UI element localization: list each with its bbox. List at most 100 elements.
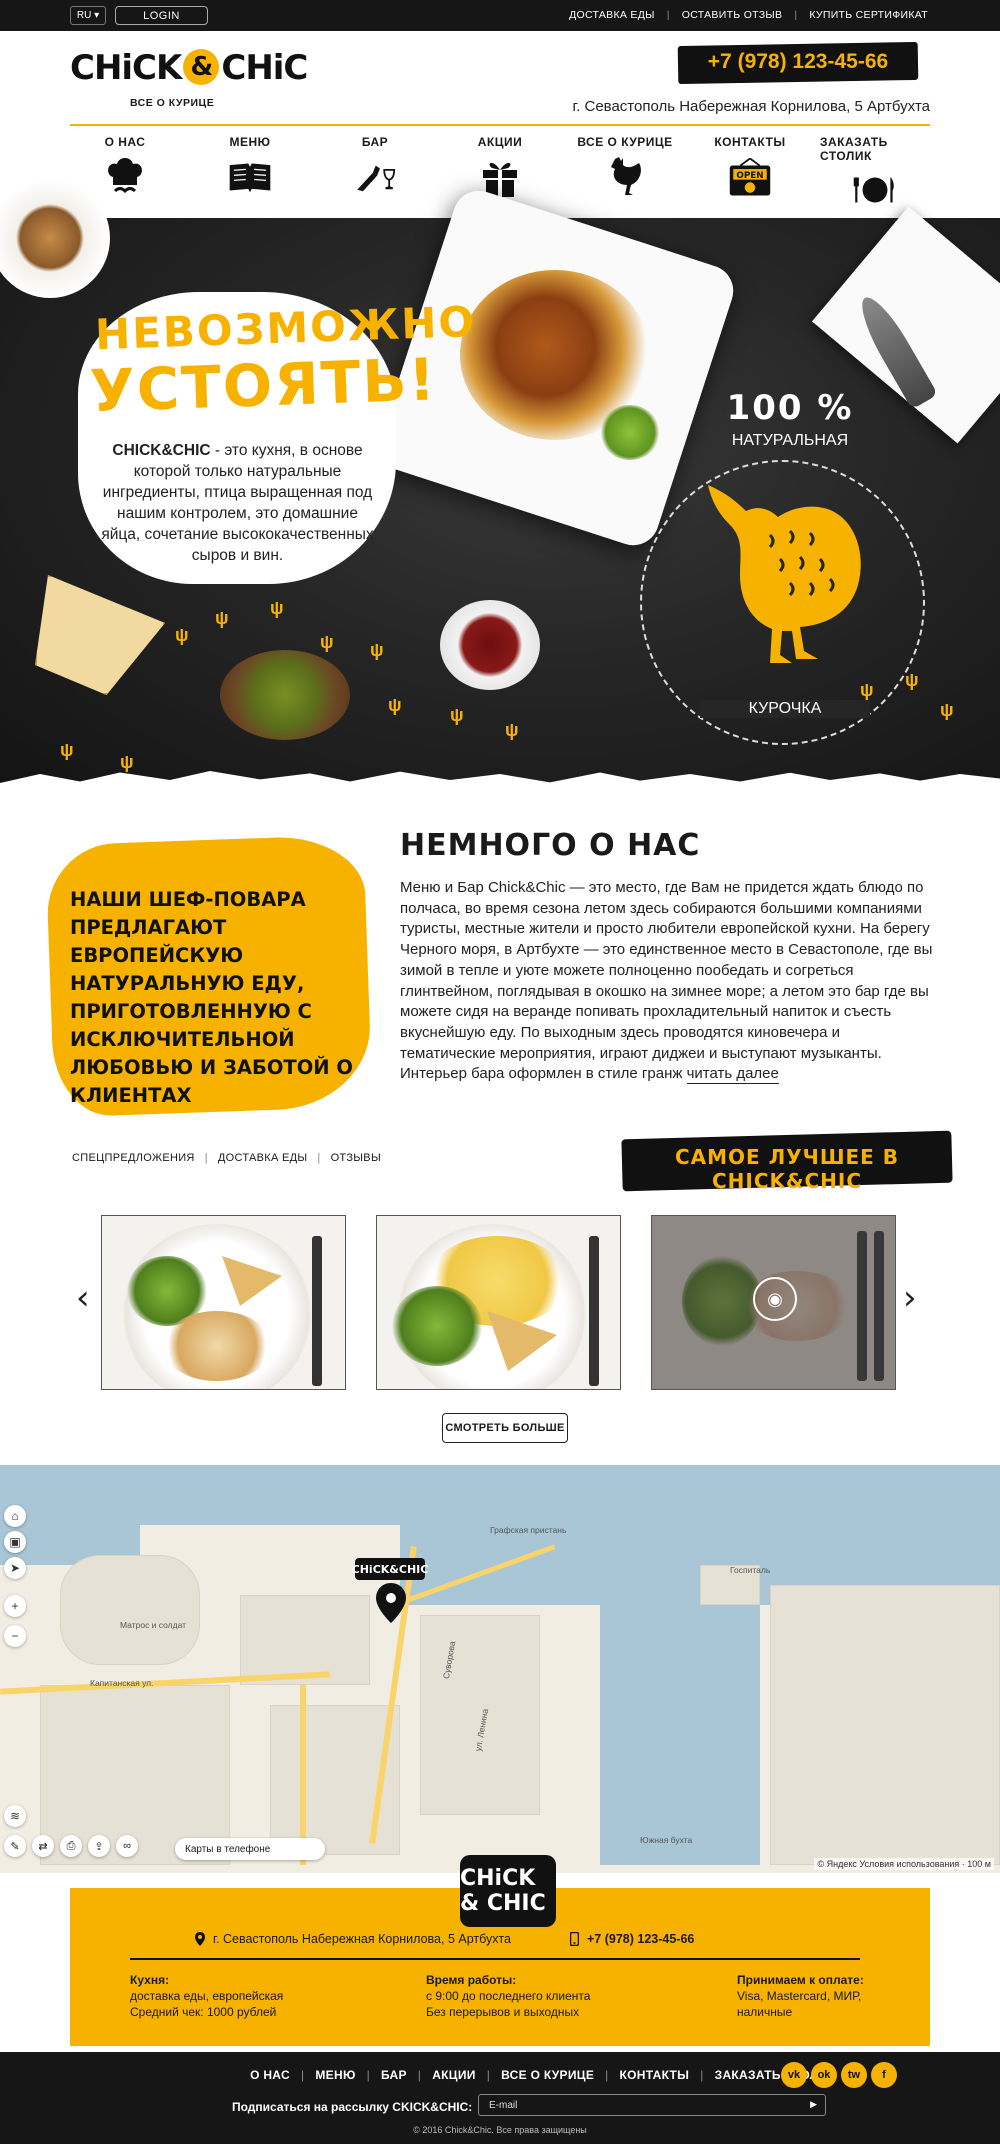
logo-subtitle: ВСЕ О КУРИЦЕ (130, 97, 215, 109)
location-map[interactable]: Капитанская ул. Суворова ул. Ленина Матр… (0, 1465, 1000, 1873)
header-phone[interactable]: +7 (978) 123-45-66 (678, 50, 918, 74)
hero-description-text: - это кухня, в основе которой только нат… (101, 442, 374, 564)
logo[interactable]: CHiCK & CHiC (70, 48, 308, 88)
footprint-icon: ψ (120, 752, 134, 772)
map-street-label: Южная бухта (640, 1835, 693, 1845)
bottom-nav-menu[interactable]: МЕНЮ (315, 2068, 355, 2082)
footer-payment-line: Visa, Mastercard, МИР, (737, 1989, 862, 2003)
footprint-icon: ψ (270, 598, 284, 618)
dish-fork (589, 1236, 599, 1386)
footprint-icon: ψ (60, 740, 74, 760)
nav-label: ВСЕ О КУРИЦЕ (577, 135, 673, 149)
header-address: г. Севастополь Набережная Корнилова, 5 А… (572, 98, 930, 115)
phone-icon (570, 1932, 579, 1946)
email-field[interactable]: E-mail ▶ (478, 2094, 826, 2116)
carousel-prev-button[interactable]: ‹ (76, 1278, 90, 1318)
map-stack-icon[interactable]: ≋ (4, 1805, 26, 1827)
language-select[interactable]: RU ▾ (70, 6, 106, 25)
nav-item-chicken[interactable]: ВСЕ О КУРИЦЕ (570, 135, 680, 210)
tab-specials[interactable]: СПЕЦПРЕДЛОЖЕНИЯ (72, 1152, 195, 1164)
footer-phone[interactable]: +7 (978) 123-45-66 (570, 1932, 694, 1946)
map-pin-label[interactable]: CHiCK&CHIC (352, 1558, 428, 1580)
wine-icon (353, 155, 397, 199)
submit-arrow-icon[interactable]: ▶ (810, 2099, 817, 2110)
footer-divider (130, 1958, 860, 1960)
map-locate-icon[interactable]: ➤ (4, 1557, 26, 1579)
separator: | (666, 9, 670, 21)
carousel-next-button[interactable]: › (903, 1278, 917, 1318)
map-home-icon[interactable]: ⌂ (4, 1505, 26, 1527)
footer-payment-title: Принимаем к оплате: (737, 1973, 864, 1987)
dish-salad (392, 1286, 482, 1366)
nav-item-booking[interactable]: ЗАКАЗАТЬ СТОЛИК (820, 135, 930, 210)
nav-item-menu[interactable]: МЕНЮ (195, 135, 305, 210)
map-block (60, 1555, 200, 1665)
bottom-nav-contacts[interactable]: КОНТАКТЫ (620, 2068, 690, 2082)
map-layers-icon[interactable]: ▣ (4, 1531, 26, 1553)
header-divider (70, 124, 930, 126)
twitter-icon[interactable]: tw (841, 2062, 867, 2088)
map-zoom-out-button[interactable]: − (4, 1625, 26, 1647)
bottom-nav-bar[interactable]: БАР (381, 2068, 407, 2082)
social-links: vk ok tw f (781, 2062, 897, 2088)
map-share-icon[interactable]: ⇪ (88, 1835, 110, 1857)
nav-item-contacts[interactable]: КОНТАКТЫ OPEN (695, 135, 805, 210)
map-copyright[interactable]: © Яндекс Условия использования · 100 м (814, 1858, 994, 1870)
hero-title-line2: УСТОЯТЬ! (88, 345, 439, 426)
separator: | (366, 2068, 371, 2082)
footer-payment: Принимаем к оплате: Visa, Mastercard, МИ… (737, 1972, 864, 2020)
herb-garnish (600, 405, 660, 460)
specials-tabs: СПЕЦПРЕДЛОЖЕНИЯ | ДОСТАВКА ЕДЫ | ОТЗЫВЫ (72, 1152, 381, 1164)
dish-card[interactable] (101, 1215, 346, 1390)
footer-cuisine: Кухня: доставка еды, европейская Средний… (130, 1972, 283, 2020)
top-link-certificate[interactable]: КУПИТЬ СЕРТИФИКАТ (809, 9, 928, 21)
footer-payment-line: наличные (737, 2005, 793, 2019)
nav-label: МЕНЮ (229, 135, 271, 149)
top-link-review[interactable]: ОСТАВИТЬ ОТЗЫВ (682, 9, 783, 21)
chef-hat-icon (103, 155, 147, 199)
about-text: Меню и Бар Chick&Chic — это место, где В… (400, 878, 935, 1085)
svg-text:OPEN: OPEN (736, 171, 763, 181)
vk-icon[interactable]: vk (781, 2062, 807, 2088)
dish-card[interactable] (376, 1215, 621, 1390)
odnoklassniki-icon[interactable]: ok (811, 2062, 837, 2088)
open-sign-icon: OPEN (728, 155, 772, 199)
natural-percent: 100 % (726, 388, 854, 428)
map-south-bay (600, 1565, 760, 1865)
map-link-icon[interactable]: ∞ (116, 1835, 138, 1857)
footer-cuisine-title: Кухня: (130, 1973, 170, 1987)
read-more-link[interactable]: читать далее (686, 1065, 779, 1085)
nav-item-bar[interactable]: БАР (320, 135, 430, 210)
login-button[interactable]: LOGIN (115, 6, 208, 25)
about-body: Меню и Бар Chick&Chic — это место, где В… (400, 879, 933, 1083)
bottom-nav-chicken[interactable]: ВСЕ О КУРИЦЕ (501, 2068, 594, 2082)
footer-address-text: г. Севастополь Набережная Корнилова, 5 А… (213, 1932, 511, 1946)
map-route-icon[interactable]: ⇄ (32, 1835, 54, 1857)
bottom-nav-promo[interactable]: АКЦИИ (432, 2068, 476, 2082)
nav-label: О НАС (104, 135, 146, 149)
facebook-icon[interactable]: f (871, 2062, 897, 2088)
dish-card[interactable]: ◉ (651, 1215, 896, 1390)
bottom-nav-about[interactable]: О НАС (250, 2068, 290, 2082)
best-title: САМОЕ ЛУЧШЕЕ В CHICK&CHIC (674, 1145, 900, 1193)
map-ruler-icon[interactable]: ✎ (4, 1835, 26, 1857)
tab-delivery[interactable]: ДОСТАВКА ЕДЫ (218, 1152, 308, 1164)
top-links: ДОСТАВКА ЕДЫ | ОСТАВИТЬ ОТЗЫВ | КУПИТЬ С… (569, 9, 928, 21)
map-pin-icon[interactable] (376, 1583, 406, 1623)
map-zoom-in-button[interactable]: + (4, 1595, 26, 1617)
nav-label: ЗАКАЗАТЬ СТОЛИК (820, 135, 888, 163)
plate-icon (853, 169, 897, 211)
bottom-nav: О НАС | МЕНЮ | БАР | АКЦИИ | ВСЕ О КУРИЦЕ | К… (250, 2068, 835, 2082)
about-title: НЕМНОГО О НАС (400, 828, 701, 863)
tab-reviews[interactable]: ОТЗЫВЫ (331, 1152, 381, 1164)
chicken-icon (603, 155, 647, 199)
footer-logo[interactable]: CHiCK & CHIC (460, 1855, 556, 1927)
eye-icon[interactable]: ◉ (753, 1277, 797, 1321)
see-more-button[interactable]: СМОТРЕТЬ БОЛЬШЕ (442, 1413, 568, 1443)
top-link-delivery[interactable]: ДОСТАВКА ЕДЫ (569, 9, 655, 21)
map-phone-button[interactable]: Карты в телефоне (175, 1838, 325, 1860)
location-icon (195, 1932, 205, 1946)
map-street-label: Матрос и солдат (120, 1620, 187, 1630)
map-street-label: Капитанская ул. (90, 1678, 154, 1688)
map-print-icon[interactable]: ⎙ (60, 1835, 82, 1857)
